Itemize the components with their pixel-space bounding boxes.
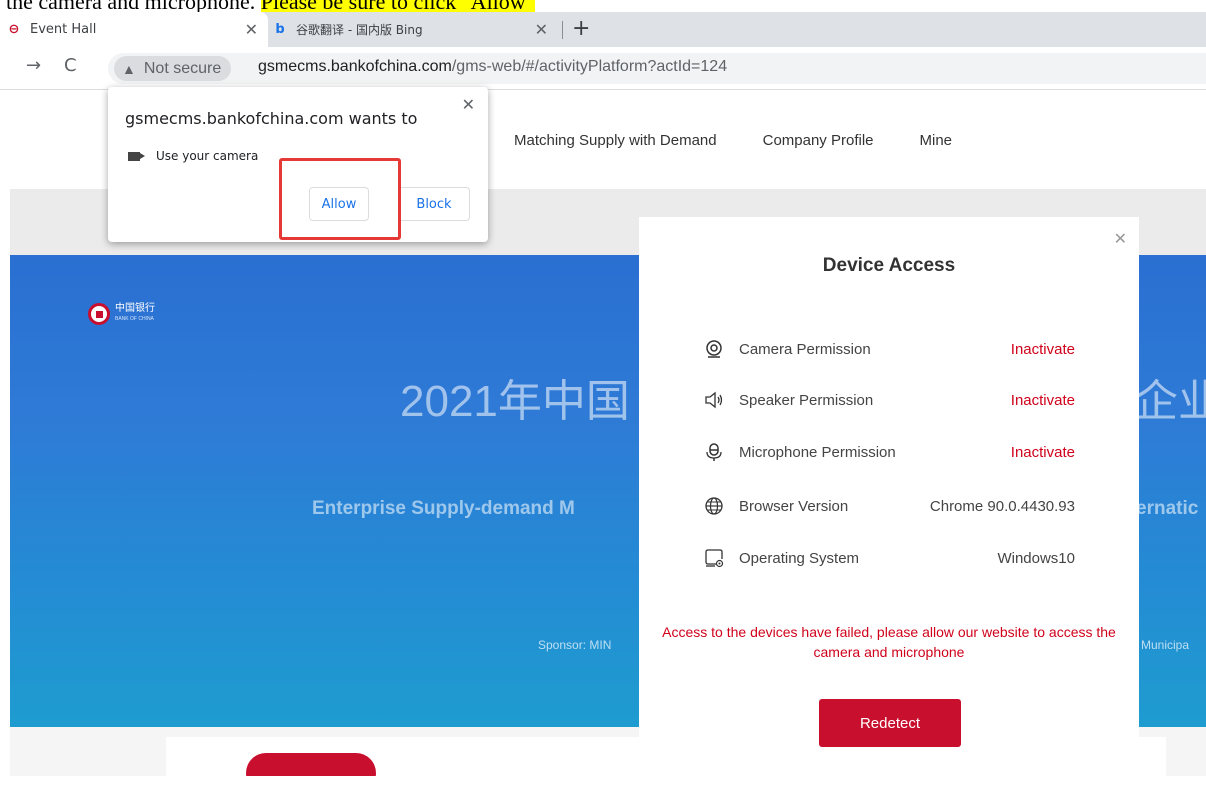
bank-of-china-icon: ⊖ [8, 22, 20, 37]
site-nav: Matching Supply with Demand Company Prof… [514, 132, 998, 149]
bank-of-china-icon [88, 303, 110, 325]
device-label: Browser Version [739, 497, 849, 515]
tab-title: 谷歌翻译 - 国内版 Bing [296, 23, 423, 37]
globe-icon [703, 495, 725, 517]
error-message: Access to the devices have failed, pleas… [662, 624, 1116, 660]
address-bar[interactable]: ▲ Not secure gsmecms.bankofchina.com/gms… [108, 53, 1206, 84]
new-tab-button[interactable]: + [572, 16, 590, 41]
camera-icon [703, 338, 725, 360]
browser-toolbar: · → C ▲ Not secure gsmecms.bankofchina.c… [0, 47, 1206, 90]
banner-title-tail: 企业 [1134, 377, 1206, 426]
banner-title: 2021年中国 [400, 377, 630, 426]
speaker-icon [703, 389, 725, 411]
document-instruction-strip: the camera and microphone. Please be sur… [0, 0, 1206, 12]
close-icon[interactable]: ✕ [462, 95, 475, 114]
banner-subtitle: Enterprise Supply-demand M [312, 498, 575, 519]
instruction-text: the camera and microphone. [6, 0, 261, 12]
block-button[interactable]: Block [398, 187, 470, 221]
popup-title: gsmecms.bankofchina.com wants to [125, 109, 418, 128]
nav-company-profile[interactable]: Company Profile [763, 132, 874, 149]
highlight-box [279, 158, 401, 240]
security-label: Not secure [143, 59, 222, 77]
device-label: Operating System [739, 549, 860, 567]
security-chip[interactable]: ▲ Not secure [114, 56, 232, 81]
device-row-browser: Browser Version Chrome 90.0.4430.93 [703, 494, 1075, 518]
nav-mine[interactable]: Mine [920, 132, 953, 149]
tab-bing-translate[interactable]: b 谷歌翻译 - 国内版 Bing ✕ [268, 12, 558, 47]
device-status: Inactivate [1010, 340, 1075, 358]
bing-icon: b [275, 22, 285, 37]
warning-icon: ▲ [122, 60, 136, 77]
banner-sponsor: Sponsor: MIN [538, 638, 612, 652]
permission-request: Use your camera [128, 149, 258, 163]
reload-icon[interactable]: C [64, 55, 77, 76]
back-icon[interactable]: · [0, 55, 2, 76]
tab-event-hall[interactable]: ⊖ Event Hall ✕ [0, 12, 268, 47]
highlighted-instruction: Please be sure to click "Allow" [260, 0, 535, 12]
device-row-os: Operating System Windows10 [703, 546, 1075, 570]
device-label: Microphone Permission [739, 443, 896, 461]
permission-request-label: Use your camera [156, 149, 259, 163]
browser-tab-strip: ⊖ Event Hall ✕ b 谷歌翻译 - 国内版 Bing ✕ + [0, 12, 1206, 47]
device-row-microphone: Microphone Permission Inactivate [703, 440, 1075, 464]
nav-matching-supply[interactable]: Matching Supply with Demand [514, 132, 717, 149]
video-camera-icon [128, 151, 145, 161]
forward-icon[interactable]: → [26, 55, 41, 76]
monitor-icon [703, 547, 725, 569]
tab-separator [562, 21, 563, 39]
device-row-speaker: Speaker Permission Inactivate [703, 388, 1075, 412]
device-label: Speaker Permission [739, 391, 874, 409]
url-text: gsmecms.bankofchina.com/gms-web/#/activi… [258, 58, 728, 75]
device-row-camera: Camera Permission Inactivate [703, 337, 1075, 361]
device-status: Chrome 90.0.4430.93 [929, 497, 1075, 515]
bank-logo: 中国银行 BANK OF CHINA [88, 303, 155, 325]
tab-title: Event Hall [30, 22, 97, 37]
close-icon[interactable]: ✕ [245, 20, 258, 39]
microphone-icon [703, 441, 725, 463]
device-label: Camera Permission [739, 340, 871, 358]
device-status: Inactivate [1010, 391, 1075, 409]
device-status: Windows10 [997, 549, 1075, 567]
close-icon[interactable]: ✕ [1114, 229, 1127, 249]
device-access-dialog: Device Access ✕ Camera Permission Inacti… [639, 217, 1139, 787]
dialog-title: Device Access [822, 255, 956, 276]
close-icon[interactable]: ✕ [535, 20, 548, 39]
banner-sponsor-tail: Municipa [1141, 638, 1190, 652]
redetect-button[interactable]: Redetect [819, 699, 961, 747]
device-status: Inactivate [1010, 443, 1075, 461]
red-pill-button[interactable] [246, 753, 376, 776]
banner-subtitle-tail: ernatic [1136, 498, 1199, 519]
